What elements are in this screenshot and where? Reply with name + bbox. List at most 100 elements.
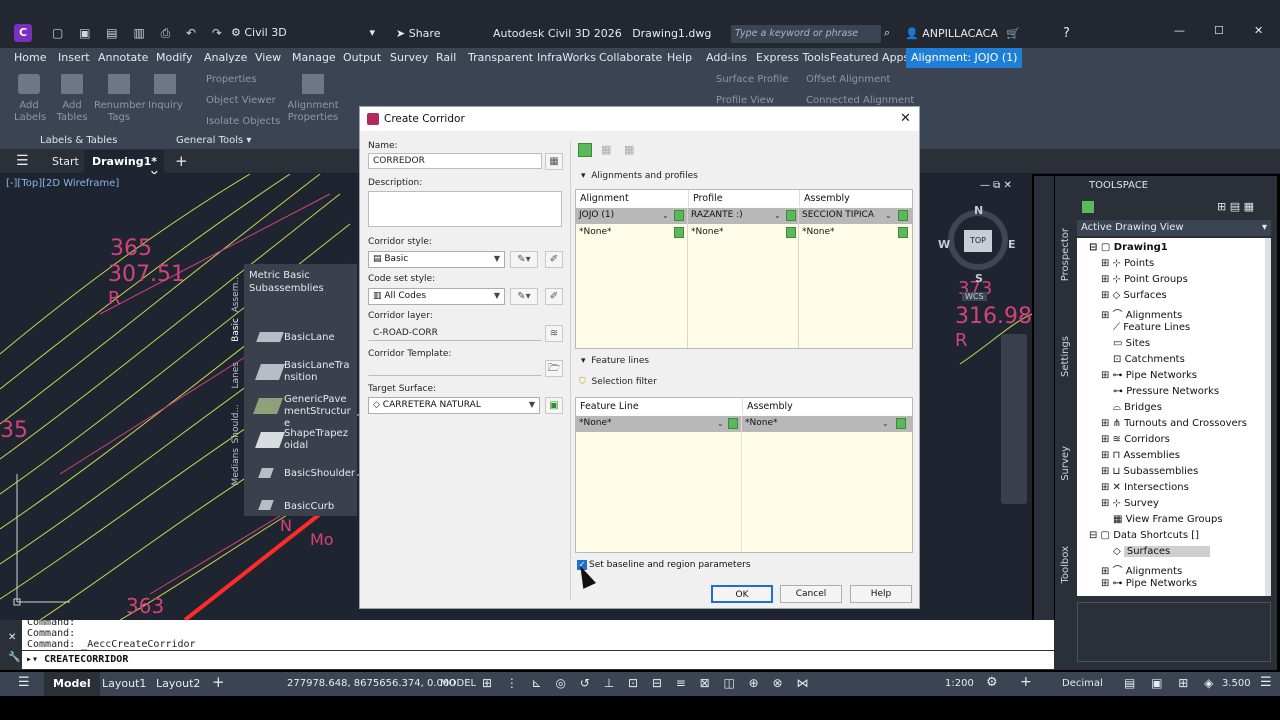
add-labels-button[interactable]: Add Labels xyxy=(14,74,46,124)
tree-item[interactable]: ⊞ ⋔ Turnouts and Crossovers xyxy=(1101,418,1247,429)
chevron-down-icon[interactable]: ⌄ xyxy=(717,419,724,428)
tree-item[interactable]: ⊞ ⊶ Pipe Networks xyxy=(1101,370,1197,381)
coordinates-readout[interactable]: 277978.648, 8675656.374, 0.000 xyxy=(287,678,456,689)
layout-menu-icon[interactable]: ☰ xyxy=(18,675,30,690)
palette-item[interactable]: GenericPavementStructure xyxy=(284,394,354,430)
annotation-scale[interactable]: 1:200 xyxy=(945,678,974,689)
user-menu[interactable]: 👤 ANPILLACACA xyxy=(905,27,998,40)
chevron-down-icon[interactable]: ⌄ xyxy=(774,211,781,220)
tab-insert[interactable]: Insert xyxy=(58,51,90,64)
pick-feature-icon[interactable] xyxy=(728,418,738,429)
palette-item[interactable]: BasicShoulder xyxy=(284,468,355,480)
tree-scrollbar[interactable] xyxy=(1265,238,1271,596)
tab-collaborate[interactable]: Collaborate xyxy=(599,51,662,64)
tab-annotate[interactable]: Annotate xyxy=(98,51,148,64)
tab-express-tools[interactable]: Express Tools xyxy=(756,51,830,64)
tree-item[interactable]: ⊡ Catchments xyxy=(1113,354,1185,365)
tree-item[interactable]: ⊞ ≋ Corridors xyxy=(1101,434,1170,445)
object-viewer-button[interactable]: Object Viewer xyxy=(206,95,276,106)
edit-style-button[interactable]: ✎▾ xyxy=(510,251,538,268)
pick-surface-button[interactable]: ▣ xyxy=(545,397,563,414)
baseline-checkbox-label[interactable]: Set baseline and region parameters xyxy=(589,560,751,570)
name-field[interactable]: CORREDOR xyxy=(368,153,542,169)
close-icon[interactable]: ✕ xyxy=(900,111,911,126)
profile-view-button[interactable]: Profile View xyxy=(716,95,774,106)
palette-tab[interactable]: Should... xyxy=(231,404,241,443)
pick-alignment-icon[interactable] xyxy=(674,210,684,221)
maximize-button[interactable]: ☐ xyxy=(1214,24,1224,37)
tree-item[interactable]: ⊞ ⊹ Point Groups xyxy=(1101,274,1188,285)
connected-alignment-button[interactable]: Connected Alignment xyxy=(806,95,914,106)
pick-codeset-button[interactable]: ✐ xyxy=(545,288,563,305)
panel-general-tools[interactable]: General Tools ▾ xyxy=(176,135,251,146)
tree-item[interactable]: ⊞ ⊹ Points xyxy=(1101,258,1154,269)
navigation-bar[interactable] xyxy=(1001,334,1027,504)
profile-cell[interactable]: *None* xyxy=(688,225,726,241)
palette-tab[interactable]: Lanes xyxy=(231,362,241,388)
cancel-button[interactable]: Cancel xyxy=(780,585,842,603)
close-button[interactable]: ✕ xyxy=(1254,24,1263,37)
tab-home[interactable]: Home xyxy=(14,51,46,64)
right-toolbar[interactable] xyxy=(1034,176,1054,620)
tab-add-ins[interactable]: Add-ins xyxy=(706,51,747,64)
tab-survey[interactable]: Survey xyxy=(1060,446,1071,481)
renumber-tags-button[interactable]: Renumber Tags xyxy=(94,74,146,124)
layer-icon[interactable]: ≋ xyxy=(545,325,563,342)
add-layout-button[interactable]: + xyxy=(212,673,225,691)
palette-tab[interactable]: Assem... xyxy=(231,274,241,312)
viewport-label[interactable]: [-][Top][2D Wireframe] xyxy=(6,178,119,189)
assembly-cell[interactable]: *None* xyxy=(799,225,837,241)
add-alignment-icon[interactable] xyxy=(578,143,592,157)
palette-item[interactable]: BasicLaneTransition xyxy=(284,360,354,384)
model-space-toggle[interactable]: MODEL xyxy=(440,678,476,689)
assembly-cell[interactable]: SECCION TIPICA xyxy=(799,208,877,224)
description-field[interactable] xyxy=(368,191,562,227)
tab-transparent[interactable]: Transparent xyxy=(468,51,533,64)
tree-item[interactable]: ⊞ ⊓ Assemblies xyxy=(1101,450,1180,461)
alignment-properties-button[interactable]: Alignment Properties xyxy=(286,74,340,124)
offset-alignment-button[interactable]: Offset Alignment xyxy=(806,74,890,85)
palette-tab[interactable]: Medians xyxy=(231,448,241,485)
palette-item[interactable]: BasicCurb xyxy=(284,501,334,511)
command-input[interactable]: ▸▾ CREATECORRIDOR xyxy=(22,651,1054,669)
workspace-selector[interactable]: ⚙ Civil 3D ▾ xyxy=(231,24,379,42)
isolate-objects-button[interactable]: Isolate Objects xyxy=(206,116,280,127)
search-icon[interactable]: ⌕ xyxy=(884,26,890,40)
tab-start[interactable]: Start xyxy=(52,155,79,168)
units-select[interactable]: Decimal xyxy=(1062,678,1103,689)
tab-model[interactable]: Model xyxy=(44,672,100,696)
cart-icon[interactable]: 🛒 xyxy=(1006,27,1020,40)
tab-layout2[interactable]: Layout2 xyxy=(156,677,200,690)
column-header-alignment[interactable]: Alignment xyxy=(576,190,688,207)
tree-item[interactable]: ▭ Sites xyxy=(1113,338,1150,349)
view-select[interactable]: Active Drawing View ▾ xyxy=(1077,220,1271,236)
tab-manage[interactable]: Manage xyxy=(292,51,336,64)
minimize-button[interactable]: — xyxy=(1174,24,1185,37)
column-header-feature-assembly[interactable]: Assembly xyxy=(742,398,912,415)
viewcube-top[interactable]: TOP xyxy=(964,230,992,252)
feature-assembly-cell[interactable]: *None* xyxy=(742,416,780,432)
tab-modify[interactable]: Modify xyxy=(156,51,192,64)
viewcube[interactable]: N S E W TOP WCS xyxy=(938,204,1016,301)
add-tables-button[interactable]: Add Tables xyxy=(56,74,88,124)
help-icon[interactable]: ? xyxy=(1063,26,1070,41)
pick-profile-icon[interactable] xyxy=(786,227,796,238)
palette-item[interactable]: BasicLane xyxy=(284,332,335,344)
tree-item[interactable]: ⊞ ⊶ Pipe Networks xyxy=(1101,578,1197,589)
tab-prospector[interactable]: Prospector xyxy=(1060,228,1071,281)
target-surface-select[interactable]: ◇ CARRETERA NATURAL ▼ xyxy=(368,397,540,414)
close-icon[interactable]: ✕ xyxy=(8,632,16,643)
toolspace-icons[interactable]: ⊞ ▤ ▦ xyxy=(1217,200,1254,213)
tree-item[interactable]: ⊶ Pressure Networks xyxy=(1113,386,1219,397)
elevation-value[interactable]: 3.500 xyxy=(1222,678,1251,689)
tree-item[interactable]: ⊞ ✕ Intersections xyxy=(1101,482,1189,493)
add-icon[interactable]: + xyxy=(1020,674,1032,690)
search-input[interactable]: Type a keyword or phrase xyxy=(731,25,881,43)
tree-item[interactable]: ▦ View Frame Groups xyxy=(1113,514,1223,525)
tree-root[interactable]: ⊟ ▢ Drawing1 xyxy=(1089,242,1168,253)
tab-infraworks[interactable]: InfraWorks xyxy=(537,51,596,64)
name-template-icon[interactable]: ▦ xyxy=(545,153,563,170)
feature-line-cell[interactable]: *None* xyxy=(576,416,614,432)
surface-profile-button[interactable]: Surface Profile xyxy=(716,74,788,85)
pick-assembly-icon[interactable] xyxy=(898,227,908,238)
